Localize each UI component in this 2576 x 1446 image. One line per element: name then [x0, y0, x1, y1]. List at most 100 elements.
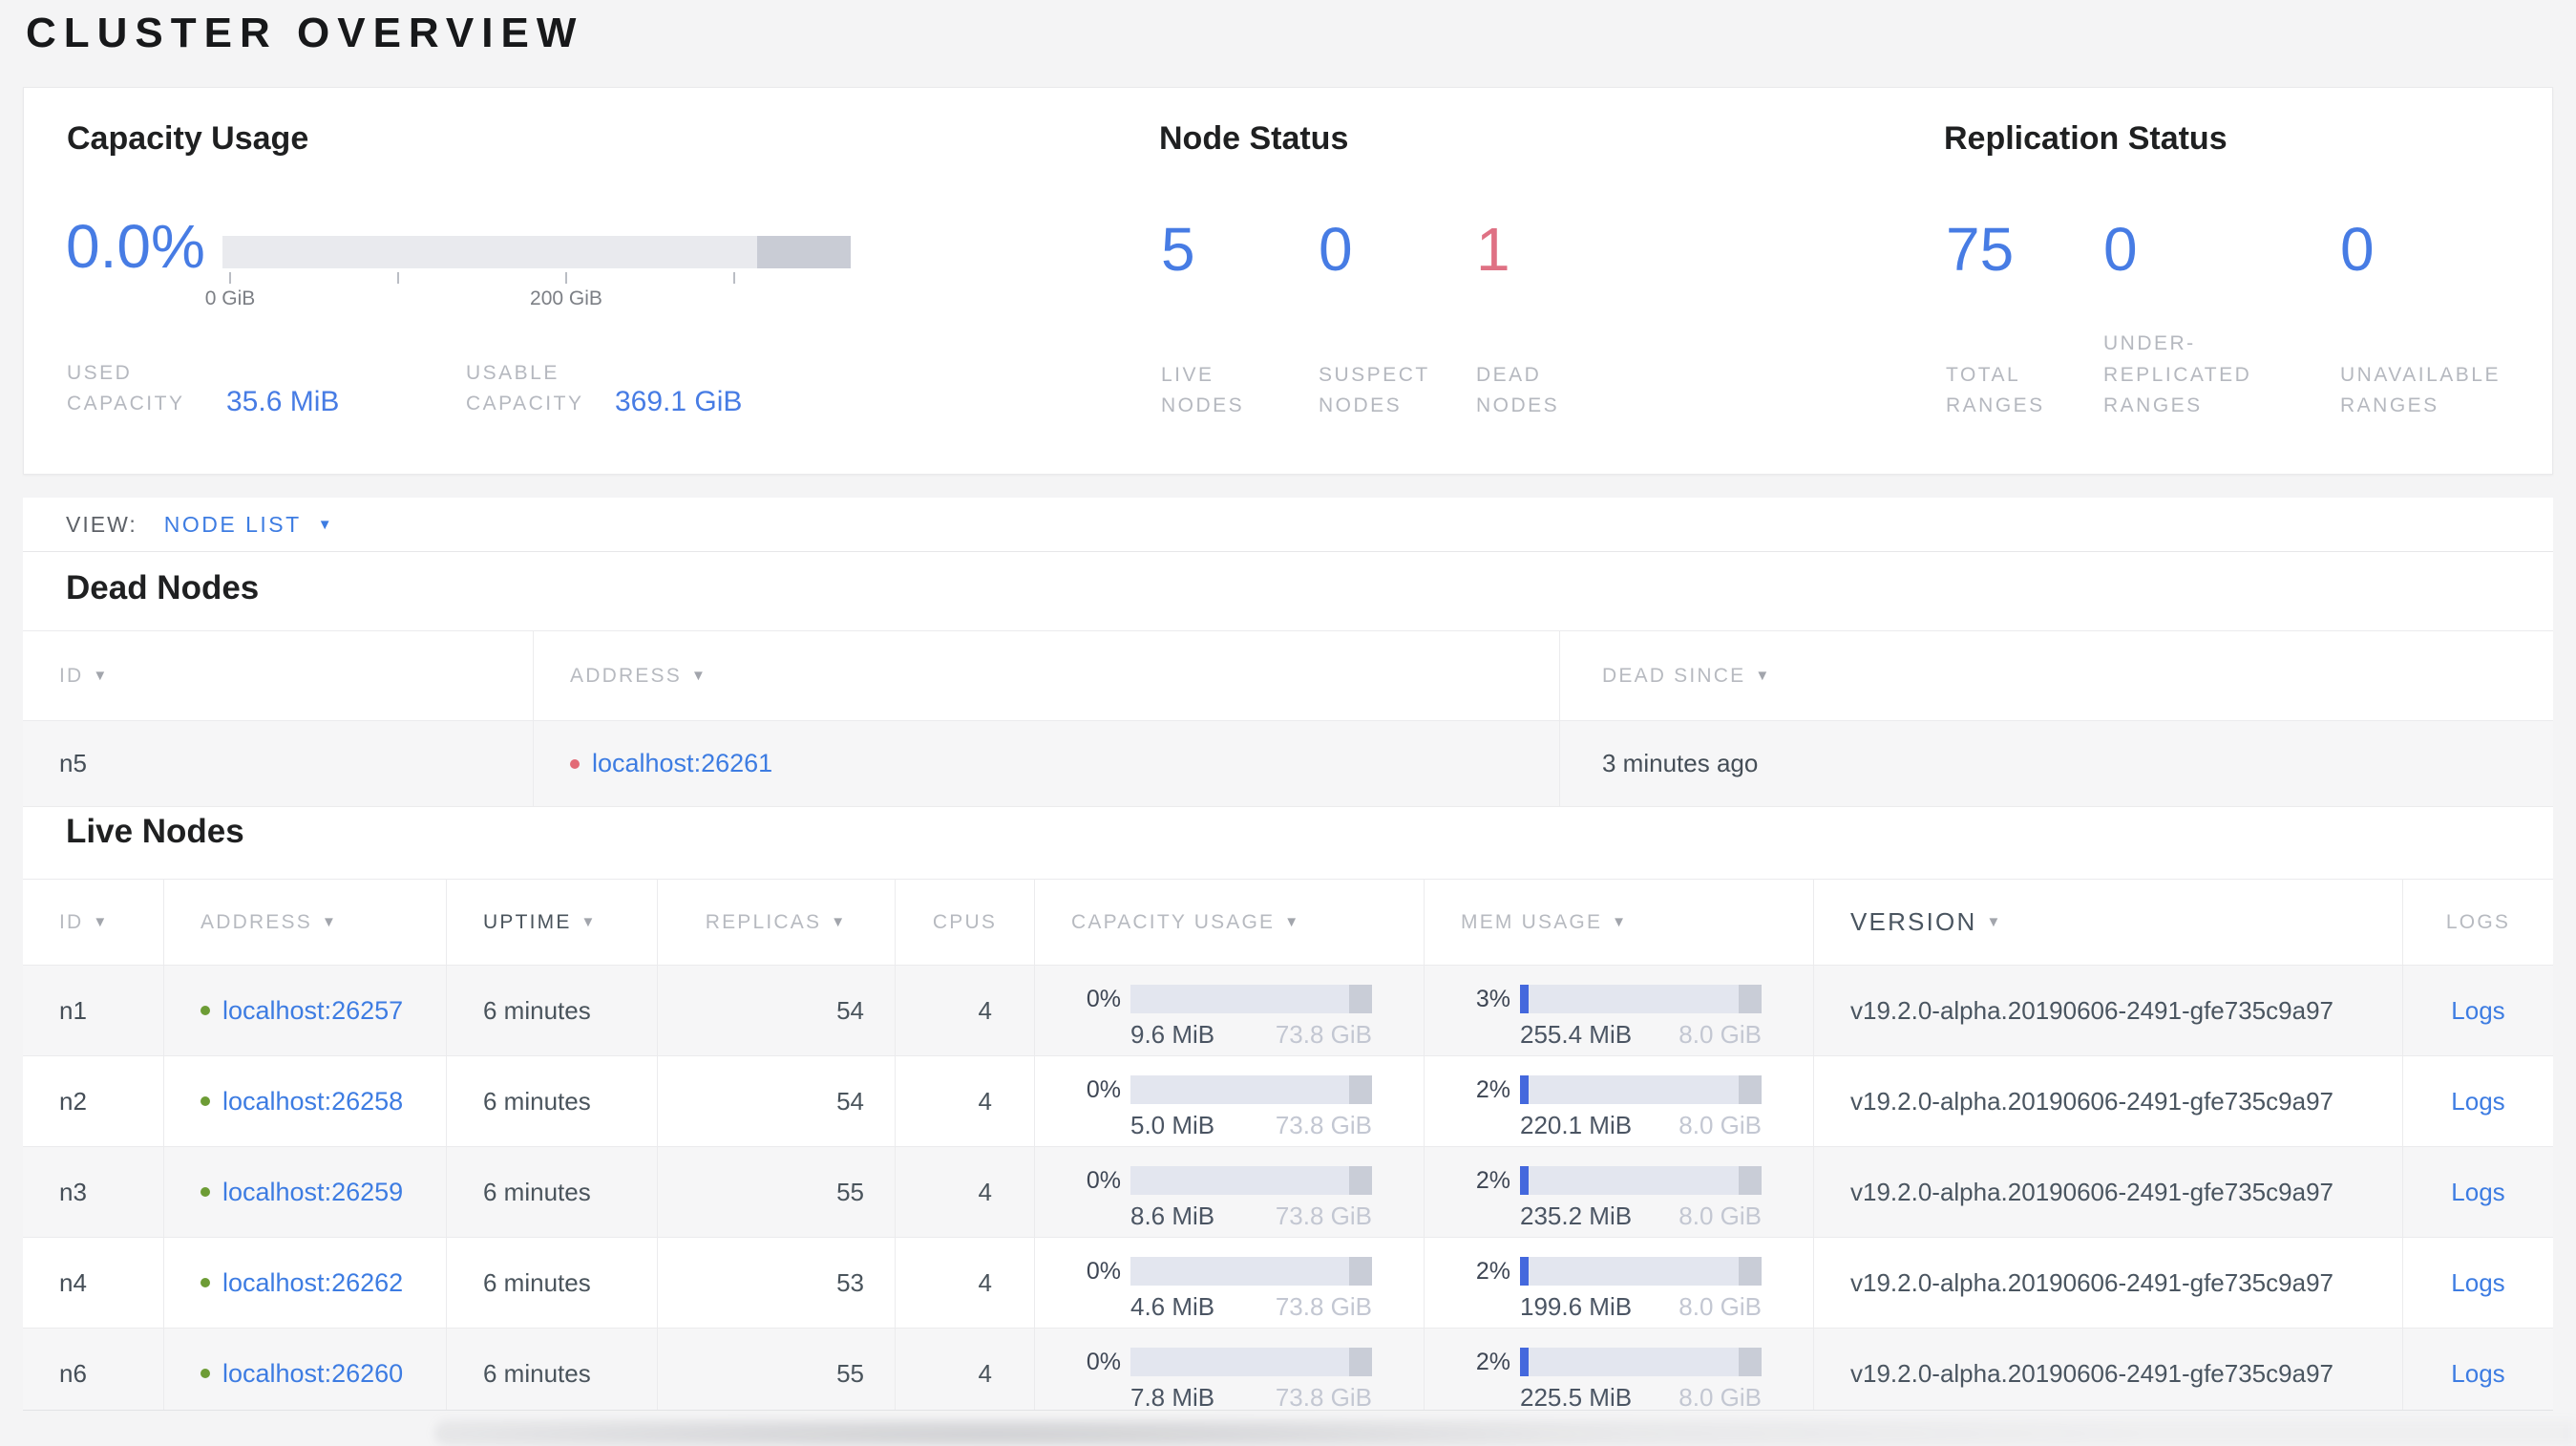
- logs-link[interactable]: Logs: [2451, 1087, 2504, 1116]
- capacity-other-segment: [1348, 1348, 1372, 1376]
- live-status-icon: [201, 1096, 210, 1106]
- node-replicas-cell: 54: [658, 966, 896, 1055]
- node-address-link[interactable]: localhost:26259: [222, 1178, 403, 1207]
- node-logs-cell: Logs: [2403, 1147, 2553, 1237]
- capacity-usage-bar: [1130, 1257, 1372, 1286]
- capacity-used-value: 7.8 MiB: [1130, 1383, 1215, 1411]
- column-header-label: MEM USAGE: [1461, 910, 1603, 933]
- live-node-row: n2 localhost:26258 6 minutes 54 4 0% 5.0…: [23, 1056, 2553, 1147]
- mem-used-value: 225.5 MiB: [1520, 1383, 1633, 1411]
- node-mem-usage-cell: 2% 199.6 MiB 8.0 GiB: [1425, 1238, 1814, 1328]
- logs-link[interactable]: Logs: [2451, 996, 2504, 1026]
- node-status-title: Node Status: [1159, 120, 1349, 157]
- node-capacity-usage-cell: 0% 9.6 MiB 73.8 GiB: [1035, 966, 1425, 1055]
- mem-fill-segment: [1520, 1166, 1529, 1195]
- logs-link[interactable]: Logs: [2451, 1178, 2504, 1207]
- live-nodes-table-header: ID ADDRESS UPTIME REPLICAS CPUS CAPACITY…: [23, 880, 2553, 966]
- mem-percent-label: 2%: [1475, 1257, 1510, 1285]
- mem-usage-bar: [1520, 1257, 1762, 1286]
- capacity-total-value: 73.8 GiB: [1275, 1201, 1372, 1230]
- dead-nodes-table: ID ADDRESS DEAD SINCE n5 localhost:26261…: [23, 630, 2553, 807]
- live-nodes-heading: Live Nodes: [66, 813, 244, 850]
- unavailable-ranges-count: 0: [2340, 215, 2375, 284]
- column-header-label: CAPACITY USAGE: [1071, 910, 1276, 933]
- column-header-id[interactable]: ID: [23, 631, 534, 720]
- gauge-tick-label: 0 GiB: [204, 287, 256, 309]
- node-address-link[interactable]: localhost:26262: [222, 1268, 403, 1298]
- under-replicated-ranges-label: UNDER-REPLICATED RANGES: [2103, 332, 2252, 417]
- dead-status-icon: [570, 758, 580, 769]
- sort-arrow-icon: [93, 668, 109, 684]
- sort-arrow-icon: [831, 914, 847, 930]
- capacity-percent-label: 0%: [1086, 1166, 1121, 1194]
- used-capacity-label: USED CAPACITY: [67, 361, 185, 415]
- view-bar: VIEW: NODE LIST: [23, 498, 2553, 552]
- node-address-link[interactable]: localhost:26258: [222, 1087, 403, 1116]
- column-header-address[interactable]: ADDRESS: [534, 631, 1560, 720]
- mem-used-value: 220.1 MiB: [1520, 1111, 1633, 1139]
- usable-capacity-value: 369.1 GiB: [615, 385, 743, 417]
- capacity-percent-label: 0%: [1086, 985, 1121, 1012]
- node-id-cell: n3: [23, 1147, 164, 1237]
- mem-total-value: 8.0 GiB: [1679, 1201, 1762, 1230]
- dead-nodes-label: DEAD NODES: [1476, 363, 1560, 417]
- node-address-link[interactable]: localhost:26260: [222, 1359, 403, 1389]
- node-version-cell: v19.2.0-alpha.20190606-2491-gfe735c9a97: [1814, 966, 2403, 1055]
- mem-percent-label: 2%: [1475, 1348, 1510, 1375]
- mem-percent-label: 3%: [1475, 985, 1510, 1012]
- column-header-label: LOGS: [2445, 910, 2511, 933]
- node-address-cell: localhost:26259: [164, 1147, 447, 1237]
- column-header-mem-usage[interactable]: MEM USAGE: [1425, 880, 1814, 965]
- column-header-label: ADDRESS: [570, 664, 682, 687]
- column-header-version[interactable]: VERSION: [1814, 880, 2403, 965]
- replication-status-title: Replication Status: [1944, 120, 2228, 157]
- node-replicas-cell: 53: [658, 1238, 896, 1328]
- node-replicas-cell: 55: [658, 1147, 896, 1237]
- sort-arrow-icon: [322, 914, 338, 930]
- node-address-cell: localhost:26257: [164, 966, 447, 1055]
- node-address-link[interactable]: localhost:26257: [222, 996, 403, 1026]
- logs-link[interactable]: Logs: [2451, 1268, 2504, 1298]
- capacity-usage-bar: [1130, 1075, 1372, 1104]
- capacity-other-segment: [1348, 1075, 1372, 1104]
- capacity-percent-label: 0%: [1086, 1075, 1121, 1103]
- capacity-used-value: 4.6 MiB: [1130, 1292, 1215, 1321]
- suspect-nodes-count: 0: [1319, 215, 1353, 284]
- capacity-used-value: 5.0 MiB: [1130, 1111, 1215, 1139]
- mem-fill-segment: [1520, 985, 1529, 1013]
- capacity-total-value: 73.8 GiB: [1275, 1020, 1372, 1049]
- live-status-icon: [201, 1369, 210, 1378]
- node-capacity-usage-cell: 0% 7.8 MiB 73.8 GiB: [1035, 1329, 1425, 1411]
- column-header-capacity-usage[interactable]: CAPACITY USAGE: [1035, 880, 1425, 965]
- column-header-uptime[interactable]: UPTIME: [447, 880, 658, 965]
- node-version-cell: v19.2.0-alpha.20190606-2491-gfe735c9a97: [1814, 1238, 2403, 1328]
- capacity-usage-title: Capacity Usage: [67, 120, 309, 157]
- mem-fill-segment: [1520, 1075, 1529, 1104]
- mem-total-value: 8.0 GiB: [1679, 1383, 1762, 1411]
- mem-usage-bar: [1520, 1166, 1762, 1195]
- column-header-address[interactable]: ADDRESS: [164, 880, 447, 965]
- mem-fill-segment: [1520, 1257, 1529, 1286]
- node-address-link[interactable]: localhost:26261: [592, 749, 772, 778]
- live-node-row: n4 localhost:26262 6 minutes 53 4 0% 4.6…: [23, 1238, 2553, 1329]
- column-header-dead-since[interactable]: DEAD SINCE: [1560, 631, 2553, 720]
- live-nodes-table: ID ADDRESS UPTIME REPLICAS CPUS CAPACITY…: [23, 879, 2553, 1411]
- capacity-total-value: 73.8 GiB: [1275, 1383, 1372, 1411]
- column-header-label: ID: [59, 664, 84, 687]
- chevron-down-icon: [318, 517, 332, 533]
- sort-arrow-icon: [93, 914, 109, 930]
- horizontal-scroll-shadow: [434, 1420, 2576, 1446]
- node-logs-cell: Logs: [2403, 1329, 2553, 1410]
- mem-usage-bar: [1520, 1075, 1762, 1104]
- node-capacity-usage-cell: 0% 4.6 MiB 73.8 GiB: [1035, 1238, 1425, 1328]
- mem-used-value: 199.6 MiB: [1520, 1292, 1633, 1321]
- column-header-id[interactable]: ID: [23, 880, 164, 965]
- view-selector-dropdown[interactable]: NODE LIST: [164, 512, 332, 538]
- node-id-cell: n4: [23, 1238, 164, 1328]
- logs-link[interactable]: Logs: [2451, 1359, 2504, 1389]
- total-ranges-label: TOTAL RANGES: [1946, 363, 2045, 417]
- node-id-cell: n5: [23, 721, 534, 806]
- cluster-overview-page: CLUSTER OVERVIEW Capacity Usage 0.0% 0 G…: [0, 0, 2576, 1446]
- node-id-cell: n2: [23, 1056, 164, 1146]
- column-header-replicas[interactable]: REPLICAS: [658, 880, 896, 965]
